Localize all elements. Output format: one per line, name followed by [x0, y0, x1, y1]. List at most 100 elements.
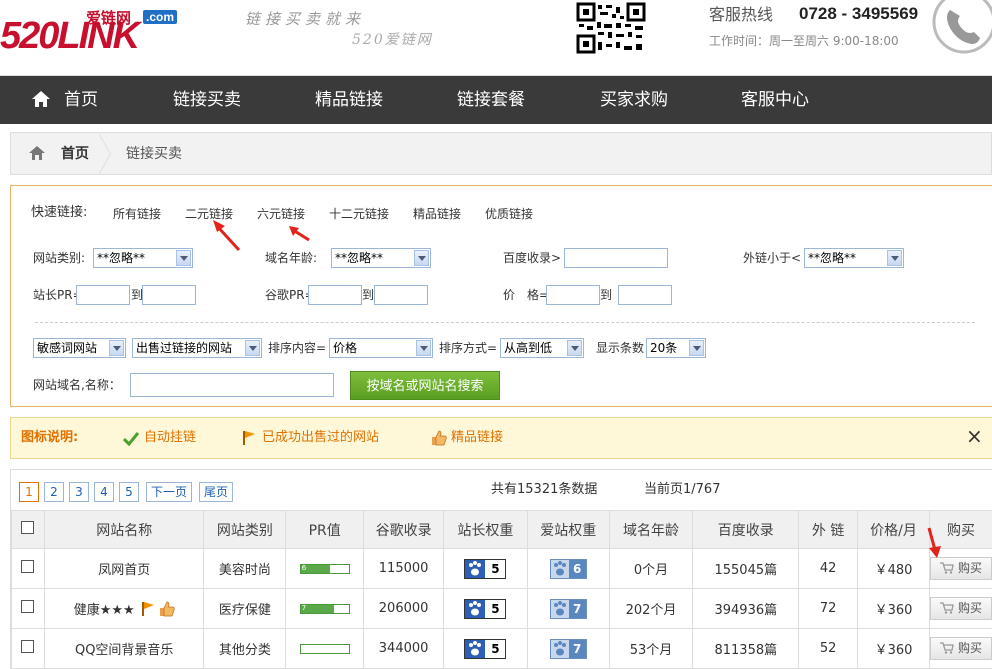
quick-link-all[interactable]: 所有链接: [113, 204, 161, 224]
page-2[interactable]: 2: [44, 482, 64, 502]
price-to-label: 到: [600, 288, 613, 302]
next-page[interactable]: 下一页: [146, 482, 193, 502]
hotline-label: 客服热线: [709, 5, 774, 24]
quick-link-premium[interactable]: 精品链接: [413, 204, 461, 224]
baidu-weight-value: 5: [491, 601, 500, 616]
site-name[interactable]: QQ空间背景音乐: [75, 643, 173, 658]
paw-icon: [550, 599, 569, 618]
chevron-down-icon: [416, 340, 431, 356]
aizhan-weight-value: 7: [568, 599, 586, 618]
baidu-index-cell: 155045篇: [692, 548, 800, 589]
close-icon[interactable]: ×: [966, 426, 984, 446]
price-cell: ￥480: [857, 548, 930, 589]
home-icon: [29, 146, 45, 160]
domain-age-label: 域名年龄:: [265, 251, 318, 265]
domain-age-cell: 53个月: [608, 628, 694, 669]
breadcrumb-separator-inner: [98, 133, 110, 175]
sort-content-select[interactable]: 价格: [329, 338, 433, 358]
baidu-weight-badge: 5: [464, 638, 507, 659]
pr-bar: 0: [299, 643, 350, 654]
price-max-input[interactable]: [618, 285, 672, 305]
domain-search-label: 网站域名,名称：: [33, 378, 121, 392]
red-arrow-annotation: [213, 220, 241, 252]
google-pr-min-input[interactable]: [308, 285, 362, 305]
last-page[interactable]: 尾页: [199, 482, 234, 502]
filter-panel: 快速链接: 所有链接 二元链接 六元链接 十二元链接 精品链接 优质链接 网站类…: [10, 185, 992, 407]
google-pr-max-input[interactable]: [374, 285, 428, 305]
price-min-input[interactable]: [546, 285, 600, 305]
show-count-select[interactable]: 20条: [646, 338, 706, 358]
pr-cell: 7: [285, 588, 365, 629]
page-1[interactable]: 1: [19, 482, 39, 502]
quick-link-quality[interactable]: 优质链接: [485, 204, 533, 224]
col-header: 网站名称: [43, 510, 205, 549]
domain-age-select[interactable]: **忽略**: [331, 248, 431, 268]
outlinks-select[interactable]: **忽略**: [804, 248, 904, 268]
links-table: 网站名称 网站类别 PR值 谷歌收录 站长权重 爱站权重 域名年龄 百度收录 外…: [11, 510, 992, 669]
baidu-index-input[interactable]: [564, 248, 668, 268]
row-checkbox[interactable]: [21, 560, 35, 573]
red-arrow-annotation: [927, 527, 941, 558]
sold-select[interactable]: 出售过链接的网站: [132, 338, 262, 358]
table-row: 健康★★★ 医疗保健 7 206000 5 7 202个月 394936篇 72 ￥360 购买: [11, 588, 992, 629]
nav-item-home[interactable]: 首页: [32, 76, 98, 124]
hotline-number: 0728 - 3495569: [793, 3, 925, 25]
buy-button[interactable]: 购买: [929, 637, 992, 660]
nav-item-buyer-requests[interactable]: 买家求购: [600, 76, 668, 124]
sort-way-select[interactable]: 从高到低: [500, 338, 584, 358]
site-name[interactable]: 凤网首页: [98, 563, 150, 578]
select-all-checkbox[interactable]: [21, 521, 35, 534]
nav-item-service-center[interactable]: 客服中心: [741, 76, 809, 124]
price-label: 价 格=: [503, 288, 550, 302]
domain-search-input[interactable]: [130, 373, 334, 397]
pr-max-input[interactable]: [142, 285, 196, 305]
page-5[interactable]: 5: [119, 482, 139, 502]
row-checkbox[interactable]: [21, 640, 35, 653]
site-name[interactable]: 健康★★★: [74, 603, 135, 618]
nav-item-link-packages[interactable]: 链接套餐: [457, 76, 525, 124]
google-pr-to-label: 到: [362, 288, 375, 302]
pr-bar: 6: [299, 563, 350, 574]
legend-title: 图标说明:: [21, 430, 79, 445]
sort-content-label: 排序内容=: [268, 341, 327, 355]
buy-button[interactable]: 购买: [929, 597, 992, 620]
category-cell: 其他分类: [203, 628, 287, 669]
slogan-line-2: 520爱链网: [352, 32, 433, 48]
home-icon: [32, 91, 50, 107]
site-category-select[interactable]: **忽略**: [93, 248, 193, 268]
pr-cell: 6: [285, 548, 365, 589]
nav-item-premium-links[interactable]: 精品链接: [315, 76, 383, 124]
baidu-index-cell: 394936篇: [692, 588, 800, 629]
link-list: 1 2 3 4 5 下一页 尾页 共有15321条数据 当前页1/767 网站名…: [10, 469, 992, 669]
row-checkbox[interactable]: [21, 600, 35, 613]
site-logo[interactable]: 520LINK 爱链网 .com: [0, 4, 190, 56]
pr-value: 0: [301, 643, 307, 652]
page-3[interactable]: 3: [69, 482, 89, 502]
category-cell: 美容时尚: [203, 548, 287, 589]
quick-link-6yuan[interactable]: 六元链接: [257, 204, 305, 224]
aizhan-weight-badge: 6: [549, 558, 587, 579]
buy-cell: 购买: [928, 628, 992, 669]
quick-link-12yuan[interactable]: 十二元链接: [329, 204, 389, 224]
baidu-weight-cell: 5: [443, 548, 528, 589]
site-category-label: 网站类别:: [33, 251, 86, 265]
baidu-weight-badge: 5: [464, 558, 507, 579]
search-button[interactable]: 按域名或网站名搜索: [350, 371, 500, 400]
nav-item-link-trade[interactable]: 链接买卖: [173, 76, 241, 124]
pr-min-input[interactable]: [76, 285, 130, 305]
sensitive-select[interactable]: 敏感词网站: [33, 338, 126, 358]
pr-value: 7: [301, 603, 307, 612]
sold-value: 出售过链接的网站: [136, 341, 233, 355]
paw-icon: [465, 599, 486, 618]
buy-button[interactable]: 购买: [929, 557, 992, 580]
domain-age-cell: 0个月: [608, 548, 694, 589]
chevron-down-icon: [887, 250, 902, 266]
sort-way-value: 从高到低: [504, 341, 553, 355]
aizhan-weight-cell: 6: [526, 548, 610, 589]
breadcrumb-home[interactable]: 首页: [61, 133, 89, 175]
aizhan-weight-badge: 7: [549, 598, 587, 619]
outlinks-value: **忽略**: [808, 251, 857, 265]
baidu-index-label: 百度收录>: [503, 251, 562, 265]
page-4[interactable]: 4: [94, 482, 114, 502]
col-header: 谷歌收录: [363, 510, 445, 549]
